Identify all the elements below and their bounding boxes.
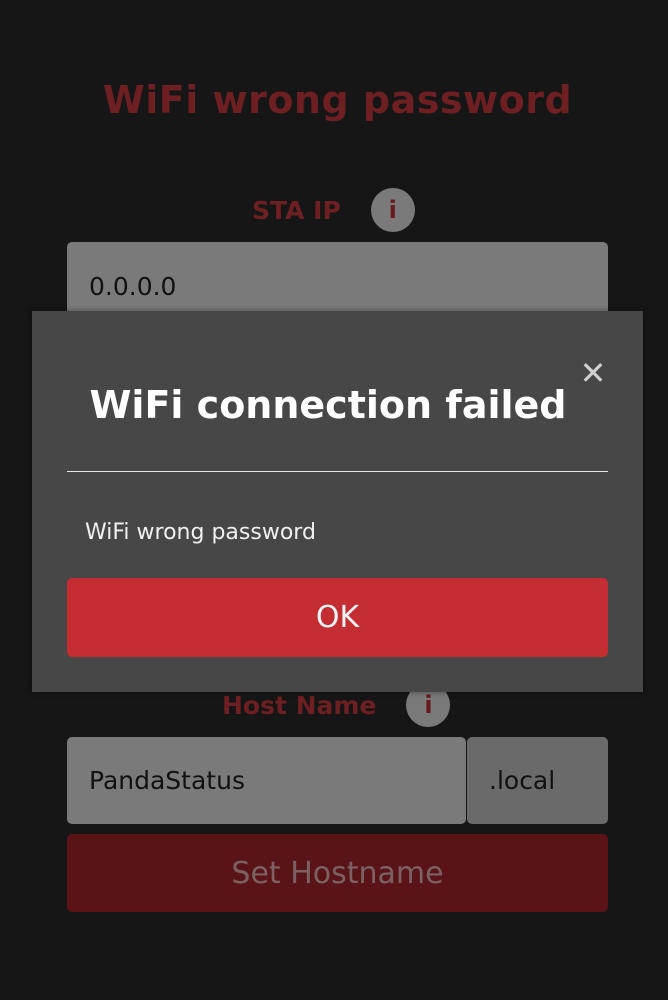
page-title: WiFi wrong password bbox=[102, 78, 573, 122]
hostname-input[interactable] bbox=[67, 737, 466, 824]
host-name-label: Host Name bbox=[222, 690, 377, 720]
set-hostname-button[interactable]: Set Hostname bbox=[67, 834, 608, 912]
dialog-title: WiFi connection failed bbox=[89, 383, 567, 427]
ok-button[interactable]: OK bbox=[67, 578, 608, 657]
sta-ip-label: STA IP bbox=[252, 195, 341, 225]
hostname-suffix: .local bbox=[467, 737, 608, 824]
sta-ip-heading: STA IP i bbox=[252, 188, 415, 232]
dialog-message: WiFi wrong password bbox=[85, 520, 316, 545]
dialog-divider bbox=[67, 471, 608, 472]
error-dialog: ✕ WiFi connection failed WiFi wrong pass… bbox=[32, 311, 643, 692]
sta-ip-info-icon[interactable]: i bbox=[370, 188, 415, 232]
